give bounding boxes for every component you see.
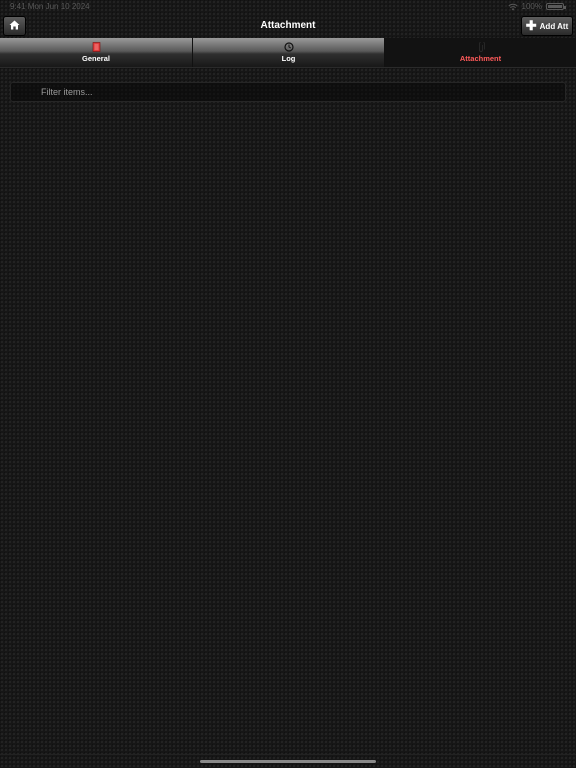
bottom-divider	[0, 754, 576, 755]
page-title: Attachment	[260, 20, 316, 31]
document-icon	[0, 42, 192, 52]
filter-bar	[10, 82, 566, 102]
wifi-icon	[507, 3, 518, 11]
battery-percent: 100%	[521, 2, 542, 11]
battery-icon	[546, 3, 566, 10]
status-bar: 9:41 Mon Jun 10 2024 100%	[0, 0, 576, 14]
home-indicator[interactable]	[200, 760, 376, 763]
status-indicators: 100%	[507, 2, 566, 11]
plus-icon: ✚	[525, 18, 537, 33]
add-attachment-label: Add Att	[539, 21, 569, 31]
tab-attachment[interactable]: Attachment	[384, 38, 576, 67]
tab-log-label: Log	[281, 54, 296, 63]
tab-bar: General Log Attachment	[0, 38, 576, 68]
navigation-bar: Attachment ✚ Add Att	[0, 14, 576, 38]
tab-log[interactable]: Log	[192, 38, 384, 67]
tab-general-label: General	[82, 54, 110, 63]
tab-attachment-label: Attachment	[459, 54, 502, 63]
status-time: 9:41 Mon Jun 10 2024	[10, 2, 90, 11]
battery-level	[548, 5, 562, 8]
filter-input[interactable]	[41, 83, 541, 101]
add-attachment-button[interactable]: ✚ Add Att	[521, 16, 573, 36]
clock-icon	[193, 42, 384, 52]
tab-general[interactable]: General	[0, 38, 192, 67]
paperclip-icon	[385, 42, 576, 53]
